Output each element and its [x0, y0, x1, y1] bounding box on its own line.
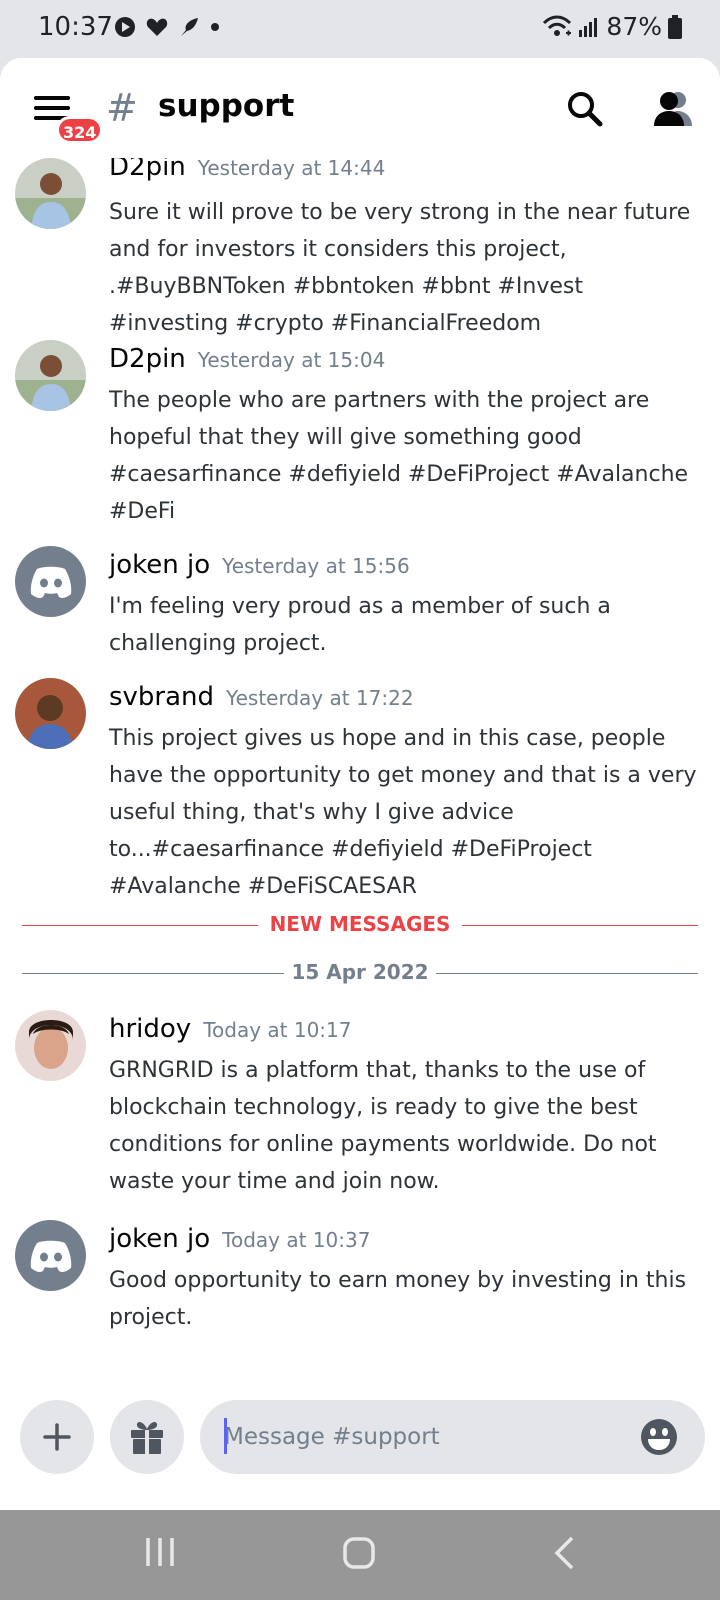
divider-line — [436, 973, 698, 974]
battery-percent: 87% — [606, 12, 662, 41]
attach-button[interactable] — [20, 1400, 94, 1474]
home-icon[interactable] — [342, 1536, 376, 1570]
message-timestamp: Yesterday at 17:22 — [226, 686, 414, 710]
message-author[interactable]: joken jo — [109, 1224, 210, 1254]
user-avatar[interactable] — [15, 158, 86, 229]
system-nav-bar — [0, 1510, 720, 1600]
message-header: svbrand Yesterday at 17:22 — [109, 682, 414, 712]
message-text: GRNGRID is a platform that, thanks to th… — [109, 1058, 657, 1194]
message-text: I'm feeling very proud as a member of su… — [109, 594, 611, 656]
message-header: D2pin Yesterday at 14:44 — [109, 158, 385, 182]
avatar-photo-icon — [15, 340, 86, 411]
discord-logo-icon — [30, 566, 71, 598]
message-author[interactable]: svbrand — [109, 682, 214, 712]
signal-icon — [579, 17, 598, 37]
date-label: 15 Apr 2022 — [291, 960, 429, 984]
back-icon[interactable] — [552, 1536, 576, 1570]
message-composer — [0, 1388, 720, 1510]
message-text: Sure it will prove to be very strong in … — [109, 200, 691, 336]
message-header: hridoy Today at 10:17 — [109, 1014, 352, 1044]
message-timestamp: Yesterday at 15:56 — [222, 554, 410, 578]
user-avatar[interactable] — [15, 678, 86, 749]
gift-button[interactable] — [110, 1400, 184, 1474]
discord-logo-icon — [30, 1240, 71, 1272]
message-timestamp: Today at 10:17 — [203, 1018, 352, 1042]
play-icon — [115, 17, 135, 37]
text-cursor — [224, 1418, 227, 1454]
status-time: 10:37 — [38, 12, 113, 42]
status-notification-icons — [114, 16, 220, 38]
avatar-photo-icon — [15, 158, 86, 229]
divider-line — [462, 925, 698, 926]
date-divider: 15 Apr 2022 — [22, 958, 698, 988]
wifi-icon — [543, 15, 572, 36]
avatar-photo-icon — [15, 678, 86, 749]
user-avatar[interactable] — [15, 340, 86, 411]
gift-icon — [131, 1421, 163, 1454]
emoji-icon[interactable] — [640, 1418, 678, 1456]
message-author[interactable]: D2pin — [109, 158, 186, 182]
new-messages-divider: NEW MESSAGES — [22, 910, 698, 940]
heart-icon — [146, 18, 168, 36]
message-header: joken jo Today at 10:37 — [109, 1224, 370, 1254]
user-avatar[interactable] — [15, 546, 86, 617]
message-text: Good opportunity to earn money by invest… — [109, 1268, 687, 1330]
members-icon[interactable] — [652, 90, 694, 128]
message-timestamp: Yesterday at 14:44 — [197, 158, 386, 180]
avatar-photo-icon — [15, 1010, 86, 1081]
status-bar: 10:37 87% — [0, 0, 720, 58]
message-timestamp: Yesterday at 15:04 — [197, 348, 386, 372]
new-messages-label: NEW MESSAGES — [269, 912, 451, 936]
battery-icon — [668, 14, 682, 39]
message-header: D2pin Yesterday at 15:04 — [109, 344, 385, 374]
channel-hash-icon: # — [106, 86, 138, 130]
message-text: The people who are partners with the pro… — [109, 388, 689, 524]
app-window: 324 # support D2pin Yesterday at 14:44 S… — [0, 58, 720, 1510]
feather-icon — [181, 18, 198, 36]
recent-apps-icon[interactable] — [144, 1536, 176, 1568]
message-author[interactable]: D2pin — [109, 344, 186, 374]
user-avatar[interactable] — [15, 1220, 86, 1291]
status-system-icons: 87% — [542, 12, 682, 41]
search-icon[interactable] — [566, 90, 604, 128]
message-timestamp: Today at 10:37 — [222, 1228, 371, 1252]
message-author[interactable]: joken jo — [109, 550, 210, 580]
menu-line — [34, 106, 70, 110]
unread-badge: 324 — [56, 116, 104, 144]
channel-header: 324 # support — [0, 58, 720, 158]
plus-icon — [43, 1423, 71, 1451]
message-header: joken jo Yesterday at 15:56 — [109, 550, 410, 580]
menu-line — [34, 96, 70, 100]
message-input[interactable] — [200, 1400, 705, 1474]
message-text: This project gives us hope and in this c… — [109, 726, 697, 899]
message-list[interactable]: D2pin Yesterday at 14:44 Sure it will pr… — [0, 158, 720, 1388]
user-avatar[interactable] — [15, 1010, 86, 1081]
channel-name[interactable]: support — [158, 88, 294, 124]
message-author[interactable]: hridoy — [109, 1014, 191, 1044]
dot-icon — [211, 23, 219, 31]
